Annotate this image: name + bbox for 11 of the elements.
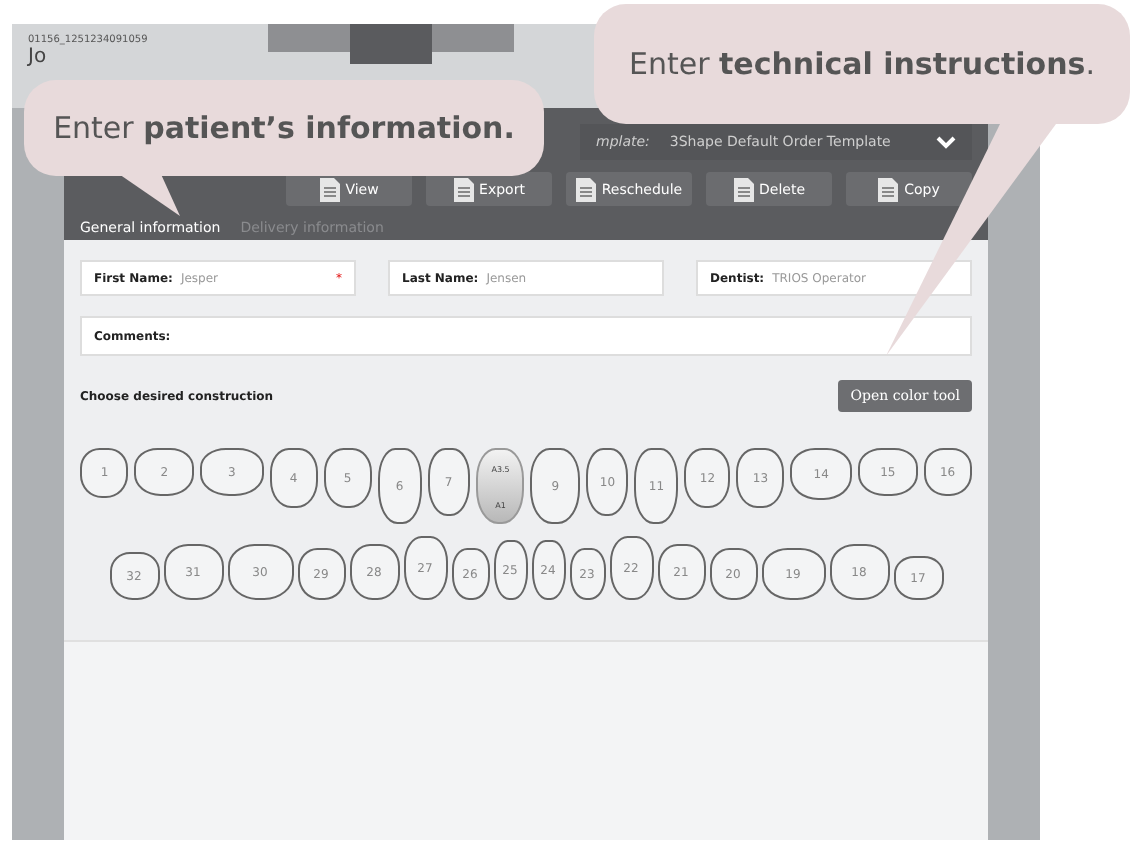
chevron-icon	[936, 135, 956, 149]
document-icon	[453, 177, 474, 201]
document-icon	[575, 177, 596, 201]
document-icon	[319, 177, 340, 201]
patient-name: Jo	[28, 46, 49, 68]
header-tab[interactable]	[268, 24, 350, 52]
header-tab[interactable]	[432, 24, 514, 52]
callout-bubble: Enter technical instructions.	[594, 4, 1130, 124]
document-icon	[733, 177, 753, 201]
document-icon	[878, 177, 899, 201]
header-tab[interactable]	[350, 24, 432, 64]
